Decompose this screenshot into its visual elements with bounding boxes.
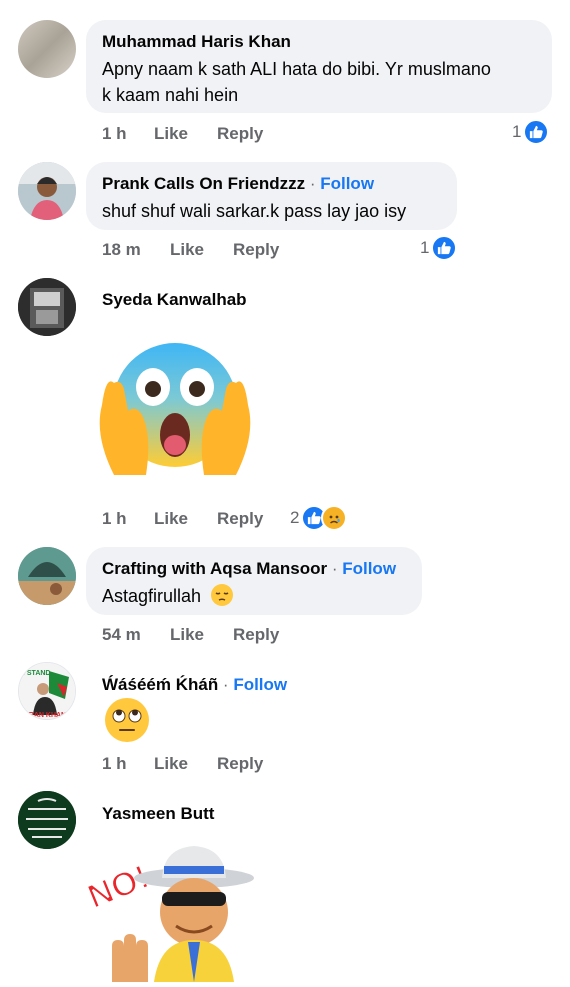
face-with-rolling-eyes-icon — [103, 696, 151, 749]
reply-button[interactable]: Reply — [217, 124, 263, 144]
reaction-count[interactable]: 1 — [420, 235, 458, 261]
commenter-name-text: Prank Calls On Friendzzz — [102, 174, 306, 193]
follow-button[interactable]: Follow — [320, 174, 374, 193]
separator-dot: · — [327, 559, 343, 578]
comment-text: Apny naam k sath ALI hata do bibi. Yr mu… — [102, 59, 491, 79]
separator-dot: · — [218, 675, 234, 694]
screaming-face-sticker — [92, 335, 258, 485]
follow-button[interactable]: Follow — [342, 559, 396, 578]
like-button[interactable]: Like — [170, 625, 204, 645]
avatar[interactable] — [18, 162, 76, 220]
reaction-number: 1 — [512, 122, 522, 141]
commenter-name[interactable]: Crafting with Aqsa Mansoor · Follow — [102, 559, 396, 579]
reply-button[interactable]: Reply — [233, 240, 279, 260]
comment-timestamp[interactable]: 1 h — [102, 509, 127, 529]
commenter-name[interactable]: Prank Calls On Friendzzz · Follow — [102, 174, 374, 194]
no-sticker: NO! — [81, 838, 264, 982]
thumbs-up-icon — [431, 235, 458, 261]
avatar-caption-bottom: IMRAN KHAN — [21, 712, 66, 719]
follow-button[interactable]: Follow — [233, 675, 287, 694]
comment-timestamp[interactable]: 1 h — [102, 124, 127, 144]
separator-dot: · — [305, 174, 321, 193]
reply-button[interactable]: Reply — [217, 509, 263, 529]
comment-text: Astagfirullah — [102, 583, 234, 614]
commenter-name[interactable]: Ẃáśééḿ Ḱháñ · Follow — [102, 675, 287, 695]
avatar[interactable] — [18, 278, 76, 336]
commenter-name[interactable]: Muhammad Haris Khan — [102, 32, 291, 52]
comment-text-value: Astagfirullah — [102, 586, 202, 606]
comment-text: shuf shuf wali sarkar.k pass lay jao isy — [102, 201, 407, 221]
comment-bubble: Prank Calls On Friendzzz · Follow shuf s… — [86, 162, 457, 230]
reaction-number: 1 — [420, 238, 430, 257]
reply-button[interactable]: Reply — [217, 754, 263, 774]
no-sticker-text: NO! — [84, 858, 154, 917]
commenter-name-text: Ẃáśééḿ Ḱháñ — [102, 675, 219, 694]
reaction-count[interactable]: 1 — [512, 119, 550, 145]
thumbs-up-icon — [523, 119, 550, 145]
reaction-number: 2 — [290, 508, 300, 527]
comment-bubble: Crafting with Aqsa Mansoor · Follow Asta… — [86, 547, 422, 615]
comment-bubble: Muhammad Haris Khan Apny naam k sath ALI… — [86, 20, 552, 113]
avatar[interactable]: I STAND IMRAN KHAN — [18, 662, 76, 720]
comment-text: k kaam nahi hein — [102, 85, 239, 105]
avatar[interactable] — [18, 547, 76, 605]
comment-timestamp[interactable]: 18 m — [102, 240, 141, 260]
like-button[interactable]: Like — [154, 509, 188, 529]
like-button[interactable]: Like — [154, 754, 188, 774]
reaction-count[interactable]: 2 — [290, 505, 348, 531]
avatar[interactable] — [18, 791, 76, 849]
reply-button[interactable]: Reply — [233, 625, 279, 645]
commenter-name[interactable]: Syeda Kanwalhab — [102, 290, 247, 310]
commenter-name[interactable]: Yasmeen Butt — [102, 804, 214, 824]
like-button[interactable]: Like — [170, 240, 204, 260]
avatar[interactable] — [18, 20, 76, 78]
commenter-name-text: Crafting with Aqsa Mansoor — [102, 559, 328, 578]
like-button[interactable]: Like — [154, 124, 188, 144]
sad-face-icon — [321, 505, 348, 531]
avatar-caption-top: I STAND — [23, 670, 50, 677]
pensive-face-icon — [210, 583, 234, 614]
comment-timestamp[interactable]: 54 m — [102, 625, 141, 645]
comment-timestamp[interactable]: 1 h — [102, 754, 127, 774]
